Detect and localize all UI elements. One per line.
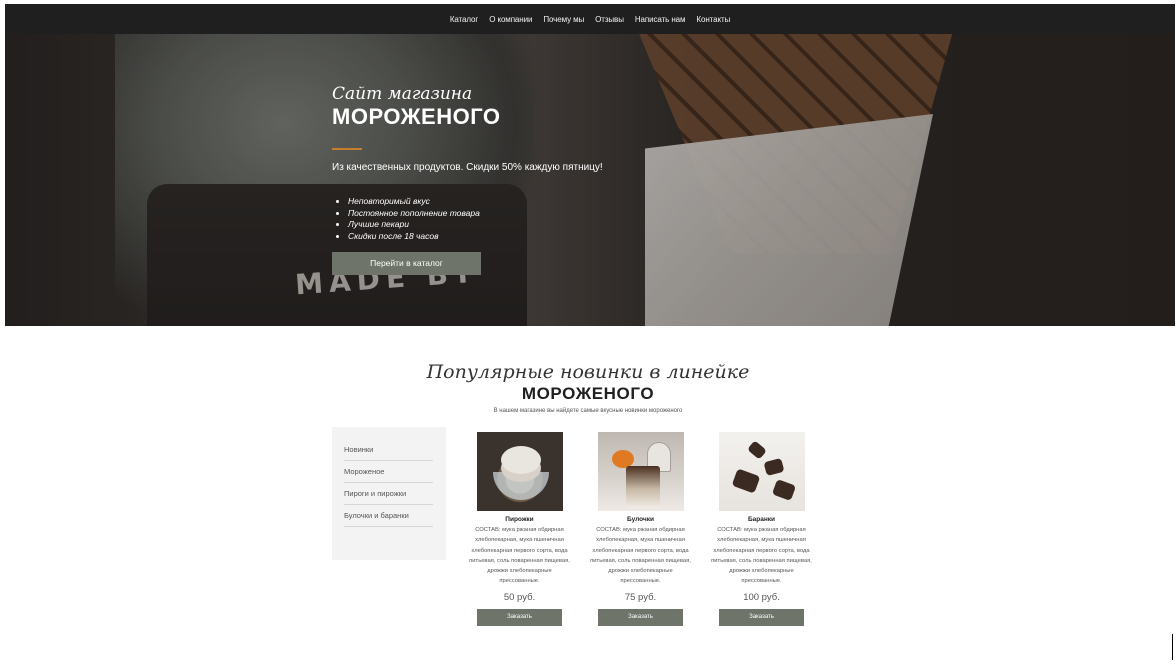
section-kicker: Популярные новинки в линейке <box>426 361 750 383</box>
nav-link-about[interactable]: О компании <box>489 15 532 24</box>
dessert-cup-illustration <box>625 466 660 508</box>
hero-feature-item: Постоянное пополнение товара <box>348 208 652 220</box>
top-navigation: Каталог О компании Почему мы Отзывы Напи… <box>5 4 1175 34</box>
product-name: Пирожки <box>505 516 534 523</box>
product-image[interactable] <box>597 432 684 511</box>
glass-bowl-illustration <box>492 472 549 500</box>
product-price: 100 руб. <box>743 591 780 603</box>
order-button[interactable]: Заказать <box>477 608 562 626</box>
nav-link-why-us[interactable]: Почему мы <box>543 15 584 24</box>
hero-feature-item: Неповторимый вкус <box>348 196 652 208</box>
nav-link-reviews[interactable]: Отзывы <box>595 15 624 24</box>
hero-divider <box>332 148 362 150</box>
product-image[interactable] <box>476 432 563 511</box>
nav-link-catalog[interactable]: Каталог <box>450 15 478 24</box>
product-card: Пирожки СОСТАВ: мука ржаная обдирная хле… <box>467 432 572 626</box>
section-title: МОРОЖЕНОГО <box>521 384 655 403</box>
product-name: Баранки <box>747 516 776 523</box>
sidebar-item-pies[interactable]: Пироги и пирожки <box>344 483 433 505</box>
hero-feature-item: Скидки после 18 часов <box>348 231 652 243</box>
product-description: СОСТАВ: мука ржаная обдирная хлебопекарн… <box>469 527 570 585</box>
cookie-piece-illustration <box>746 440 767 460</box>
product-price: 75 руб. <box>624 591 657 603</box>
cookie-piece-illustration <box>762 457 785 477</box>
hero-banner: MADE BY Сайт магазина МОРОЖЕНОГО Из каче… <box>5 34 1175 326</box>
product-card: Булочки СОСТАВ: мука ржаная обдирная хле… <box>588 432 693 626</box>
ice-cream-scoop-illustration <box>500 446 541 474</box>
hero-feature-item: Лучшие пекари <box>348 219 652 231</box>
nav-link-write-us[interactable]: Написать нам <box>635 15 686 24</box>
product-description: СОСТАВ: мука ржаная обдирная хлебопекарн… <box>711 527 812 585</box>
product-card: Баранки СОСТАВ: мука ржаная обдирная хле… <box>709 432 814 626</box>
product-name: Булочки <box>627 516 654 523</box>
hero-subtitle: Из качественных продуктов. Скидки 50% ка… <box>332 162 603 173</box>
sidebar-item-new[interactable]: Новинки <box>344 439 433 461</box>
sidebar-item-ice-cream[interactable]: Мороженое <box>344 461 433 483</box>
go-to-catalog-button[interactable]: Перейти в каталог <box>332 251 481 275</box>
product-description: СОСТАВ: мука ржаная обдирная хлебопекарн… <box>590 527 691 585</box>
sidebar-item-buns[interactable]: Булочки и баранки <box>344 505 433 527</box>
nav-link-contacts[interactable]: Контакты <box>696 15 730 24</box>
cookie-piece-illustration <box>771 479 796 501</box>
order-button[interactable]: Заказать <box>719 608 804 626</box>
text-cursor <box>1172 634 1173 660</box>
section-subtitle: В нашем магазине вы найдете самые вкусны… <box>493 408 683 414</box>
hero-content: Сайт магазина МОРОЖЕНОГО Из качественных… <box>332 84 652 275</box>
hero-kicker: Сайт магазина <box>332 84 473 104</box>
hero-title: МОРОЖЕНОГО <box>332 104 501 129</box>
cookie-piece-illustration <box>731 468 760 494</box>
product-price: 50 руб. <box>503 591 536 603</box>
hero-feature-list: Неповторимый вкус Постоянное пополнение … <box>332 196 652 243</box>
category-sidebar: Новинки Мороженое Пироги и пирожки Булоч… <box>332 427 446 560</box>
product-image[interactable] <box>718 432 805 511</box>
order-button[interactable]: Заказать <box>598 608 683 626</box>
